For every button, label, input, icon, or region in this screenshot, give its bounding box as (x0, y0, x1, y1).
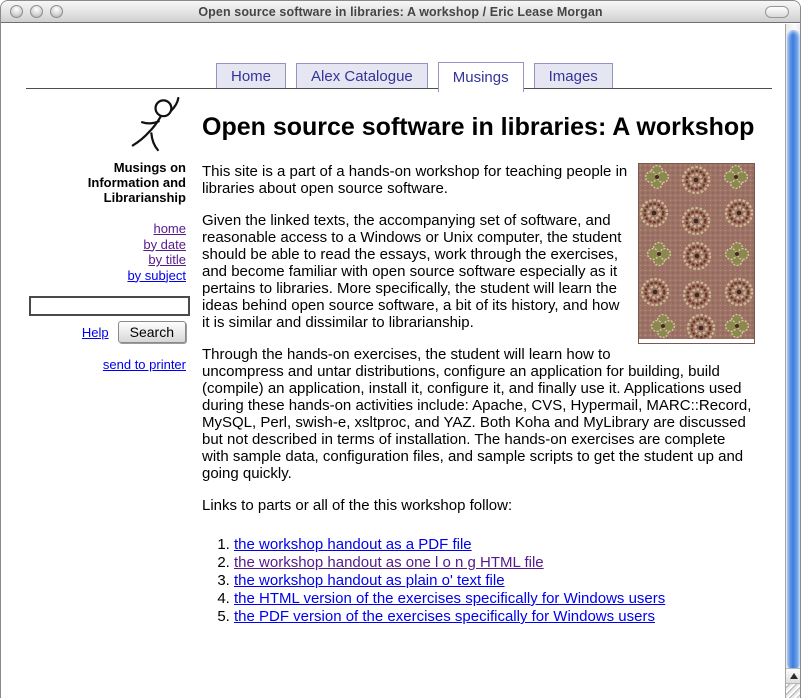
title-bar: Open source software in libraries: A wor… (1, 1, 800, 23)
link-handout-html[interactable]: the workshop handout as one l o n g HTML… (234, 554, 544, 571)
list-item: the workshop handout as one l o n g HTML… (234, 554, 755, 572)
close-icon[interactable] (10, 5, 23, 18)
links-intro: Links to parts or all of the this worksh… (202, 497, 755, 514)
toolbar-toggle-icon[interactable] (765, 6, 789, 18)
list-item: the HTML version of the exercises specif… (234, 590, 755, 608)
aboriginal-dot-painting-image (638, 163, 755, 344)
tab-home[interactable]: Home (216, 63, 286, 88)
minimize-icon[interactable] (30, 5, 43, 18)
sidebar-nav: home by date by title by subject (29, 221, 186, 283)
sidebar: Musings on Information and Librarianship… (29, 97, 186, 626)
workshop-links-list: the workshop handout as a PDF file the w… (202, 536, 755, 626)
resize-grip-icon[interactable] (786, 683, 801, 698)
scroll-up-icon[interactable] (786, 668, 801, 683)
page-content: Home Alex Catalogue Musings Images (1, 24, 785, 698)
sidebar-item-by-title[interactable]: by title (148, 252, 186, 267)
vertical-scrollbar[interactable] (785, 24, 800, 698)
main-content: Open source software in libraries: A wor… (202, 97, 755, 626)
sidebar-item-by-date[interactable]: by date (143, 237, 186, 252)
browser-window: Open source software in libraries: A wor… (0, 0, 801, 698)
tab-musings[interactable]: Musings (438, 62, 524, 92)
search-row: Help Search (29, 321, 186, 343)
link-handout-pdf[interactable]: the workshop handout as a PDF file (234, 536, 472, 553)
help-link[interactable]: Help (82, 325, 109, 340)
sidebar-item-by-subject[interactable]: by subject (127, 268, 186, 283)
link-exercises-html-windows[interactable]: the HTML version of the exercises specif… (234, 590, 665, 607)
window-title: Open source software in libraries: A wor… (198, 5, 602, 19)
zoom-icon[interactable] (50, 5, 63, 18)
send-to-printer-link[interactable]: send to printer (103, 357, 186, 372)
dancing-figure-logo-icon (130, 97, 182, 156)
window-controls (10, 5, 63, 18)
list-item: the workshop handout as plain o' text fi… (234, 572, 755, 590)
tab-images[interactable]: Images (534, 63, 613, 88)
link-handout-text[interactable]: the workshop handout as plain o' text fi… (234, 572, 505, 589)
tab-bar: Home Alex Catalogue Musings Images (26, 62, 772, 89)
tab-alex-catalogue[interactable]: Alex Catalogue (296, 63, 428, 88)
scrollbar-thumb[interactable] (787, 30, 800, 670)
sidebar-item-home[interactable]: home (153, 221, 186, 236)
list-item: the workshop handout as a PDF file (234, 536, 755, 554)
search-button[interactable]: Search (118, 321, 186, 343)
page-title: Open source software in libraries: A wor… (202, 111, 755, 143)
site-title: Musings on Information and Librarianship (29, 160, 186, 205)
link-exercises-pdf-windows[interactable]: the PDF version of the exercises specifi… (234, 608, 655, 625)
exercises-paragraph: Through the hands-on exercises, the stud… (202, 346, 755, 482)
search-input[interactable] (29, 296, 190, 316)
list-item: the PDF version of the exercises specifi… (234, 608, 755, 626)
